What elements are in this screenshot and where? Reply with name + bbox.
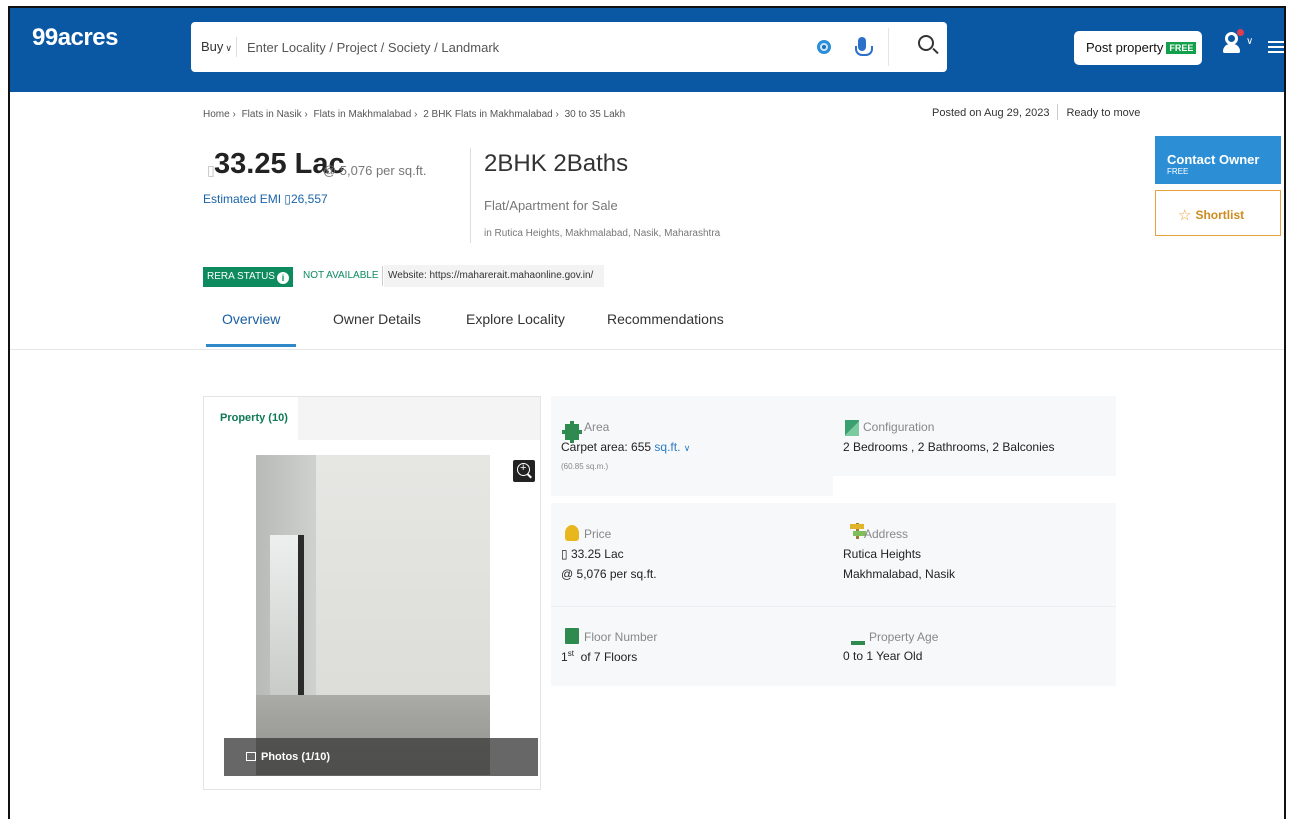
- breadcrumb-item[interactable]: Flats in Makhmalabad ›: [313, 109, 417, 120]
- info-icon[interactable]: i: [276, 272, 289, 284]
- shortlist-label: Shortlist: [1195, 208, 1245, 222]
- rera-website: Website: https://maharerait.mahaonline.g…: [388, 270, 594, 281]
- detail-label: Configuration: [863, 420, 935, 434]
- price-per-sqft-value: @ 5,076 per sq.ft.: [561, 567, 657, 581]
- floor-value: 1st of 7 Floors: [561, 649, 638, 664]
- property-details-card: Area Carpet area: 655 sq.ft. ∨ (60.85 sq…: [551, 396, 1116, 686]
- rera-label: RERA STATUS: [207, 271, 275, 282]
- user-account-icon[interactable]: [1223, 29, 1244, 54]
- property-photo[interactable]: [256, 455, 490, 775]
- locate-me-icon[interactable]: [817, 40, 831, 54]
- carpet-area-sqm: (60.85 sq.m.): [561, 462, 609, 471]
- search-icon[interactable]: [918, 35, 934, 51]
- rera-status-badge: RERA STATUS i: [203, 267, 293, 287]
- address-signpost-icon: [850, 523, 866, 539]
- image-icon: [246, 752, 256, 761]
- floor-icon: [565, 628, 579, 644]
- star-icon: ☆: [1178, 207, 1192, 224]
- chevron-down-icon: ∨: [225, 43, 232, 53]
- detail-area: Area Carpet area: 655 sq.ft. ∨ (60.85 sq…: [551, 396, 833, 496]
- divider: [236, 37, 237, 57]
- price-value: ▯ 33.25 Lac: [561, 547, 624, 561]
- divider: [382, 266, 383, 286]
- detail-label: Property Age: [869, 630, 939, 644]
- unit-selector[interactable]: sq.ft.: [654, 440, 680, 454]
- buy-label: Buy: [201, 39, 224, 54]
- posted-info: Posted on Aug 29, 2023 Ready to move: [932, 104, 1140, 120]
- property-type: Flat/Apartment for Sale: [484, 198, 618, 213]
- address-line-2: Makhmalabad, Nasik: [843, 567, 956, 581]
- listing-title: 2BHK 2Baths: [484, 150, 629, 177]
- tab-property-photos[interactable]: Property (10): [204, 397, 298, 440]
- notification-dot: [1237, 29, 1244, 36]
- price-icon: [565, 525, 579, 541]
- photos-counter-bar[interactable]: Photos (1/10): [224, 738, 538, 776]
- breadcrumb-item[interactable]: 30 to 35 Lakh: [565, 109, 626, 120]
- top-navigation-bar: 99acres Buy∨ Post propertyFREE ∨: [10, 8, 1284, 92]
- divider: [551, 606, 1116, 607]
- breadcrumb-item[interactable]: 2 BHK Flats in Makhmalabad ›: [423, 109, 559, 120]
- tab-overview[interactable]: Overview: [222, 311, 280, 327]
- search-bar: Buy ∨: [191, 22, 947, 72]
- breadcrumb-item[interactable]: Flats in Nasik ›: [242, 109, 308, 120]
- photo-gallery: Property (10) Photos (1/10): [203, 396, 541, 790]
- chevron-down-icon[interactable]: ∨: [684, 443, 691, 453]
- free-badge: FREE: [1167, 167, 1189, 176]
- property-age-value: 0 to 1 Year Old: [843, 649, 923, 663]
- posted-date: Posted on Aug 29, 2023: [932, 107, 1050, 119]
- hamburger-menu-icon[interactable]: [1268, 41, 1284, 53]
- section-tabs: Overview Owner Details Explore Locality …: [10, 300, 1284, 350]
- zoom-in-icon[interactable]: [513, 460, 535, 482]
- detail-label: Floor Number: [584, 630, 658, 644]
- tab-owner-details[interactable]: Owner Details: [333, 311, 421, 327]
- possession-status: Ready to move: [1066, 107, 1141, 119]
- buy-dropdown[interactable]: Buy ∨: [201, 39, 232, 54]
- detail-configuration: Configuration 2 Bedrooms , 2 Bathrooms, …: [833, 396, 1116, 476]
- detail-label: Area: [584, 420, 610, 434]
- tab-explore-locality[interactable]: Explore Locality: [466, 311, 565, 327]
- free-badge: FREE: [1166, 42, 1197, 54]
- breadcrumb: Home › Flats in Nasik › Flats in Makhmal…: [203, 109, 628, 120]
- configuration-value: 2 Bedrooms , 2 Bathrooms, 2 Balconies: [843, 440, 1055, 454]
- estimated-emi-link[interactable]: Estimated EMI ▯26,557: [203, 192, 328, 206]
- listing-location: in Rutica Heights, Makhmalabad, Nasik, M…: [484, 228, 721, 239]
- price-per-sqft: @ 5,076 per sq.ft.: [323, 163, 427, 178]
- page-frame: 99acres Buy∨ Post propertyFREE ∨ Home › …: [8, 6, 1286, 819]
- search-input[interactable]: [247, 36, 807, 58]
- detail-label: Price: [584, 527, 612, 541]
- divider: [470, 148, 471, 243]
- address-line-1: Rutica Heights: [843, 547, 922, 561]
- carpet-area-value: Carpet area: 655 sq.ft. ∨: [561, 440, 691, 454]
- contact-owner-label: Contact Owner: [1167, 152, 1260, 167]
- configuration-icon: [845, 420, 859, 436]
- microphone-icon[interactable]: [855, 37, 873, 56]
- breadcrumb-item[interactable]: Home ›: [203, 109, 236, 120]
- tab-recommendations[interactable]: Recommendations: [607, 311, 724, 327]
- post-property-button[interactable]: Post property FREE: [1074, 31, 1202, 65]
- property-age-icon: [851, 641, 865, 645]
- photos-count: Photos (1/10): [261, 751, 331, 763]
- rera-status-value: NOT AVAILABLE: [303, 270, 379, 281]
- detail-label: Address: [864, 527, 909, 541]
- divider: [888, 28, 889, 66]
- area-icon: [562, 421, 582, 443]
- chevron-down-icon[interactable]: ∨: [1246, 36, 1253, 47]
- post-property-label: Post property: [1086, 40, 1164, 55]
- contact-owner-button[interactable]: Contact Owner FREE: [1155, 136, 1281, 184]
- active-tab-indicator: [206, 344, 296, 347]
- shortlist-button[interactable]: ☆ Shortlist: [1155, 190, 1281, 236]
- site-logo[interactable]: 99acres: [32, 24, 118, 52]
